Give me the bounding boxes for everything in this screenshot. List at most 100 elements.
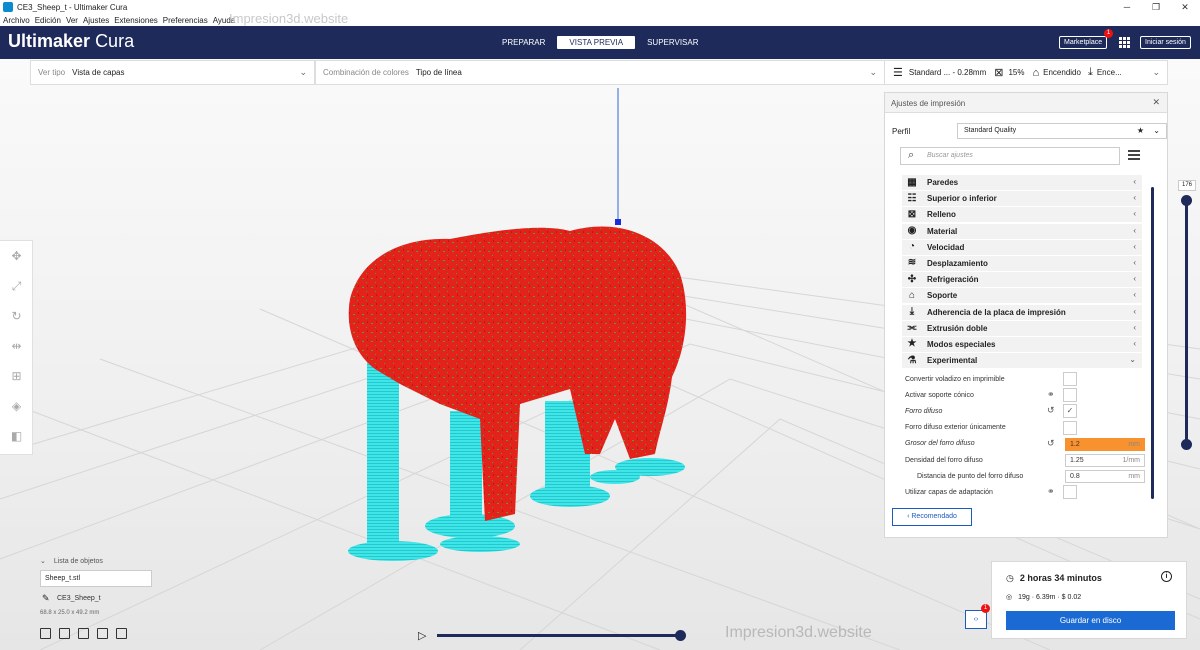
profile-row: Perfil Standard Quality ★ ⌄ bbox=[892, 123, 1167, 139]
layer-slider-bottom-handle[interactable] bbox=[1181, 439, 1192, 450]
layer-slider-top-handle[interactable] bbox=[1181, 195, 1192, 206]
tab-vista-previa[interactable]: VISTA PREVIA bbox=[557, 36, 636, 49]
speed-icon: ◔ bbox=[908, 241, 916, 253]
reset-icon[interactable]: ↺ bbox=[1047, 405, 1055, 416]
chevron-icon: ‹ bbox=[1133, 338, 1136, 348]
setting-row: Densidad del forro difuso 1.25 1/mm bbox=[905, 452, 1145, 468]
category-label: Desplazamiento bbox=[927, 258, 988, 268]
setting-checkbox[interactable] bbox=[1063, 372, 1077, 386]
link-icon[interactable]: ⚭ bbox=[1047, 486, 1055, 497]
job-name[interactable]: CE3_Sheep_t bbox=[57, 595, 101, 602]
clock-icon: ◷ bbox=[1006, 573, 1014, 583]
category-label: Extrusión doble bbox=[927, 323, 988, 333]
support-value: Encendido bbox=[1043, 68, 1081, 77]
menu-preferencias[interactable]: Preferencias bbox=[163, 16, 208, 25]
settings-category[interactable]: ✣ Refrigeración ‹ bbox=[902, 272, 1142, 288]
path-slider-handle[interactable] bbox=[675, 630, 686, 641]
setting-label: Forro difuso bbox=[905, 407, 943, 415]
view-left-icon[interactable] bbox=[97, 628, 108, 639]
object-list-item[interactable]: Sheep_t.stl bbox=[40, 570, 152, 587]
layer-tool-icon[interactable]: ◧ bbox=[0, 421, 33, 451]
setting-row: Convertir voladizo en imprimible bbox=[905, 371, 1145, 387]
setting-input[interactable]: 1.25 1/mm bbox=[1065, 453, 1145, 467]
tab-preparar[interactable]: PREPARAR bbox=[490, 36, 557, 49]
apps-grid-icon[interactable] bbox=[1119, 37, 1130, 48]
profile-summary: Standard ... - 0.28mm bbox=[908, 68, 987, 77]
settings-category[interactable]: ⫘ Extrusión doble ‹ bbox=[902, 320, 1142, 336]
save-to-disk-button[interactable]: Guardar en disco bbox=[1006, 611, 1175, 630]
travel-icon: ≋ bbox=[907, 257, 917, 269]
layer-number-input[interactable]: 176 bbox=[1178, 180, 1196, 191]
setting-label: Distancia de punto del forro difuso bbox=[917, 472, 1024, 480]
object-list-toggle[interactable]: ⌄ Lista de objetos bbox=[40, 557, 103, 565]
window-titlebar: CE3_Sheep_t - Ultimaker Cura ─ ❐ ✕ bbox=[0, 0, 1200, 14]
minimize-button[interactable]: ─ bbox=[1112, 0, 1142, 14]
support-blocker-icon[interactable]: ◈ bbox=[0, 391, 33, 421]
view-3d-icon[interactable] bbox=[40, 628, 51, 639]
view-type-selector[interactable]: Ver tipo Vista de capas ⌄ bbox=[30, 60, 315, 85]
mirror-tool-icon[interactable]: ⇹ bbox=[0, 331, 33, 361]
tab-supervisar[interactable]: SUPERVISAR bbox=[635, 36, 710, 49]
settings-menu-icon[interactable] bbox=[1128, 150, 1140, 160]
settings-category[interactable]: ⤓ Adherencia de la placa de impresión ‹ bbox=[902, 304, 1142, 320]
marketplace-button[interactable]: Marketplace bbox=[1059, 36, 1108, 49]
settings-category[interactable]: ⌂ Soporte ‹ bbox=[902, 288, 1142, 304]
print-settings-panel: Ajustes de impresión ✕ Perfil Standard Q… bbox=[884, 92, 1168, 538]
settings-category[interactable]: ★ Modos especiales ‹ bbox=[902, 336, 1142, 352]
recommended-button[interactable]: ‹ Recomendado bbox=[892, 508, 972, 526]
per-model-settings-icon[interactable]: ⊞ bbox=[0, 361, 33, 391]
chevron-icon: ‹ bbox=[1133, 209, 1136, 219]
close-window-button[interactable]: ✕ bbox=[1170, 0, 1200, 14]
setting-checkbox[interactable]: ✓ bbox=[1063, 404, 1077, 419]
setting-input[interactable]: 0.8 mm bbox=[1065, 470, 1145, 484]
move-tool-icon[interactable]: ✥ bbox=[0, 241, 33, 271]
menu-ajustes[interactable]: Ajustes bbox=[83, 16, 109, 25]
maximize-button[interactable]: ❐ bbox=[1141, 0, 1171, 14]
menu-extensiones[interactable]: Extensiones bbox=[114, 16, 158, 25]
support-icon: ⌂ bbox=[1032, 66, 1040, 79]
adhesion-icon: ⤓ bbox=[1087, 66, 1093, 78]
view-right-icon[interactable] bbox=[116, 628, 127, 639]
search-settings-input[interactable]: ⌕ Buscar ajustes bbox=[900, 147, 1120, 165]
print-settings-summary[interactable]: ☰ Standard ... - 0.28mm ⊠ 15% ⌂ Encendid… bbox=[884, 60, 1168, 85]
setting-checkbox[interactable] bbox=[1063, 485, 1077, 500]
menu-ver[interactable]: Ver bbox=[66, 16, 78, 25]
color-scheme-selector[interactable]: Combinación de colores Tipo de línea ⌄ bbox=[315, 60, 885, 85]
menu-edicion[interactable]: Edición bbox=[35, 16, 61, 25]
menu-archivo[interactable]: Archivo bbox=[3, 16, 30, 25]
setting-checkbox[interactable] bbox=[1063, 420, 1077, 435]
settings-category[interactable]: ▦ Paredes ‹ bbox=[902, 175, 1142, 190]
view-front-icon[interactable] bbox=[59, 628, 70, 639]
profile-select[interactable]: Standard Quality ★ ⌄ bbox=[957, 123, 1167, 139]
experimental-options: Convertir voladizo en imprimible Activar … bbox=[905, 371, 1145, 501]
setting-row: Utilizar capas de adaptación ⚭ bbox=[905, 484, 1145, 500]
link-icon[interactable]: ⚭ bbox=[1047, 389, 1055, 400]
panel-title: Ajustes de impresión bbox=[891, 99, 966, 108]
settings-category[interactable]: ◔ Velocidad ‹ bbox=[902, 239, 1142, 255]
scale-tool-icon[interactable]: ⤢ bbox=[0, 271, 33, 301]
setting-checkbox[interactable] bbox=[1063, 388, 1077, 403]
settings-category[interactable]: ≋ Desplazamiento ‹ bbox=[902, 255, 1142, 271]
setting-label: Densidad del forro difuso bbox=[905, 456, 983, 464]
path-slider-track[interactable] bbox=[437, 634, 681, 637]
chevron-icon: ‹ bbox=[1133, 177, 1136, 186]
settings-category[interactable]: ◉ Material ‹ bbox=[902, 223, 1142, 239]
chevron-icon: ‹ bbox=[1133, 241, 1136, 251]
settings-category[interactable]: ☷ Superior o inferior ‹ bbox=[902, 191, 1142, 207]
edit-pencil-icon[interactable]: ✎ bbox=[42, 593, 50, 604]
app-header: Ultimaker Cura PREPARAR VISTA PREVIA SUP… bbox=[0, 26, 1200, 59]
info-icon[interactable]: i bbox=[1161, 571, 1172, 582]
close-icon[interactable]: ✕ bbox=[1152, 97, 1160, 108]
view-top-icon[interactable] bbox=[78, 628, 89, 639]
settings-scrollbar[interactable] bbox=[1151, 187, 1154, 499]
settings-category[interactable]: ⊠ Relleno ‹ bbox=[902, 207, 1142, 223]
signin-button[interactable]: Iniciar sesión bbox=[1140, 36, 1191, 49]
rotate-tool-icon[interactable]: ↻ bbox=[0, 301, 33, 331]
chevron-icon: ‹ bbox=[1133, 274, 1136, 284]
layer-slider-track[interactable] bbox=[1185, 200, 1188, 445]
reset-icon[interactable]: ↺ bbox=[1047, 438, 1055, 449]
play-icon[interactable]: ▷ bbox=[418, 629, 426, 642]
settings-category[interactable]: ⚗ Experimental ⌄ bbox=[902, 353, 1142, 369]
chevron-icon: ‹ bbox=[1133, 257, 1136, 267]
setting-input[interactable]: 1.2 mm bbox=[1065, 437, 1145, 451]
